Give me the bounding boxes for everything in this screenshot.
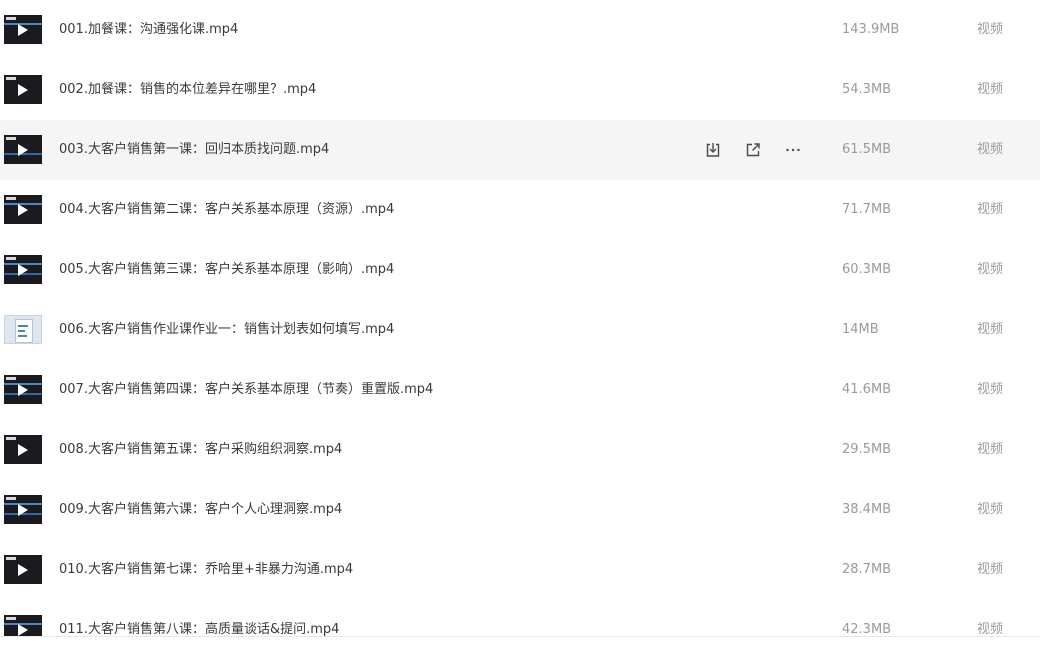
file-name[interactable]: 007.大客户销售第四课：客户关系基本原理（节奏）重置版.mp4 [59, 360, 433, 420]
file-name[interactable]: 008.大客户销售第五课：客户采购组织洞察.mp4 [59, 420, 342, 480]
file-row[interactable]: 006.大客户销售作业课作业一：销售计划表如何填写.mp4 14MB 视频 [0, 300, 1040, 360]
file-type: 视频 [977, 142, 1004, 157]
video-thumbnail[interactable] [4, 435, 42, 464]
file-size: 61.5MB [842, 142, 892, 157]
video-thumbnail[interactable] [4, 15, 42, 44]
video-thumbnail[interactable] [4, 255, 42, 284]
file-name[interactable]: 001.加餐课：沟通强化课.mp4 [59, 0, 238, 60]
file-name[interactable]: 002.加餐课：销售的本位差异在哪里？.mp4 [59, 60, 316, 120]
file-size: 41.6MB [842, 382, 892, 397]
share-icon[interactable] [743, 140, 763, 160]
file-row[interactable]: 010.大客户销售第七课：乔哈里+非暴力沟通.mp4 28.7MB 视频 [0, 540, 1040, 600]
file-row[interactable]: 007.大客户销售第四课：客户关系基本原理（节奏）重置版.mp4 41.6MB … [0, 360, 1040, 420]
document-thumbnail[interactable] [4, 315, 42, 344]
file-type: 视频 [977, 502, 1004, 517]
file-type: 视频 [977, 202, 1004, 217]
file-name[interactable]: 010.大客户销售第七课：乔哈里+非暴力沟通.mp4 [59, 540, 353, 600]
file-type: 视频 [977, 82, 1004, 97]
file-size: 143.9MB [842, 22, 900, 37]
file-row-hovered[interactable]: 003.大客户销售第一课：回归本质找问题.mp4 61.5MB 视频 [0, 120, 1040, 180]
play-icon [18, 624, 28, 636]
file-type: 视频 [977, 22, 1004, 37]
file-size: 60.3MB [842, 262, 892, 277]
download-icon[interactable] [703, 140, 723, 160]
file-size: 14MB [842, 322, 879, 337]
play-icon [18, 144, 28, 156]
video-thumbnail[interactable] [4, 615, 42, 636]
file-type: 视频 [977, 562, 1004, 577]
file-type: 视频 [977, 382, 1004, 397]
file-name[interactable]: 006.大客户销售作业课作业一：销售计划表如何填写.mp4 [59, 300, 394, 360]
file-list: 001.加餐课：沟通强化课.mp4 143.9MB 视频 002.加餐课：销售的… [0, 0, 1040, 636]
file-row[interactable]: 009.大客户销售第六课：客户个人心理洞察.mp4 38.4MB 视频 [0, 480, 1040, 540]
play-icon [18, 24, 28, 36]
file-type: 视频 [977, 622, 1004, 636]
file-size: 38.4MB [842, 502, 892, 517]
file-row[interactable]: 008.大客户销售第五课：客户采购组织洞察.mp4 29.5MB 视频 [0, 420, 1040, 480]
more-icon[interactable] [783, 140, 803, 160]
video-thumbnail[interactable] [4, 75, 42, 104]
file-size: 42.3MB [842, 622, 892, 636]
play-icon [18, 504, 28, 516]
video-thumbnail[interactable] [4, 555, 42, 584]
file-size: 54.3MB [842, 82, 892, 97]
play-icon [18, 444, 28, 456]
list-bottom-divider [0, 636, 1040, 637]
file-size: 29.5MB [842, 442, 892, 457]
file-name[interactable]: 009.大客户销售第六课：客户个人心理洞察.mp4 [59, 480, 342, 540]
video-thumbnail[interactable] [4, 195, 42, 224]
row-actions [703, 138, 803, 162]
file-row[interactable]: 011.大客户销售第八课：高质量谈话&提问.mp4 42.3MB 视频 [0, 600, 1040, 636]
play-icon [18, 384, 28, 396]
file-size: 28.7MB [842, 562, 892, 577]
file-name[interactable]: 005.大客户销售第三课：客户关系基本原理（影响）.mp4 [59, 240, 394, 300]
file-type: 视频 [977, 322, 1004, 337]
file-row[interactable]: 001.加餐课：沟通强化课.mp4 143.9MB 视频 [0, 0, 1040, 60]
file-type: 视频 [977, 442, 1004, 457]
file-row[interactable]: 002.加餐课：销售的本位差异在哪里？.mp4 54.3MB 视频 [0, 60, 1040, 120]
file-size: 71.7MB [842, 202, 892, 217]
play-icon [18, 564, 28, 576]
video-thumbnail[interactable] [4, 135, 42, 164]
play-icon [18, 84, 28, 96]
play-icon [18, 264, 28, 276]
file-name[interactable]: 011.大客户销售第八课：高质量谈话&提问.mp4 [59, 600, 339, 636]
file-type: 视频 [977, 262, 1004, 277]
video-thumbnail[interactable] [4, 375, 42, 404]
play-icon [18, 204, 28, 216]
file-row[interactable]: 004.大客户销售第二课：客户关系基本原理（资源）.mp4 71.7MB 视频 [0, 180, 1040, 240]
file-row[interactable]: 005.大客户销售第三课：客户关系基本原理（影响）.mp4 60.3MB 视频 [0, 240, 1040, 300]
file-name[interactable]: 003.大客户销售第一课：回归本质找问题.mp4 [59, 120, 329, 180]
video-thumbnail[interactable] [4, 495, 42, 524]
file-name[interactable]: 004.大客户销售第二课：客户关系基本原理（资源）.mp4 [59, 180, 394, 240]
